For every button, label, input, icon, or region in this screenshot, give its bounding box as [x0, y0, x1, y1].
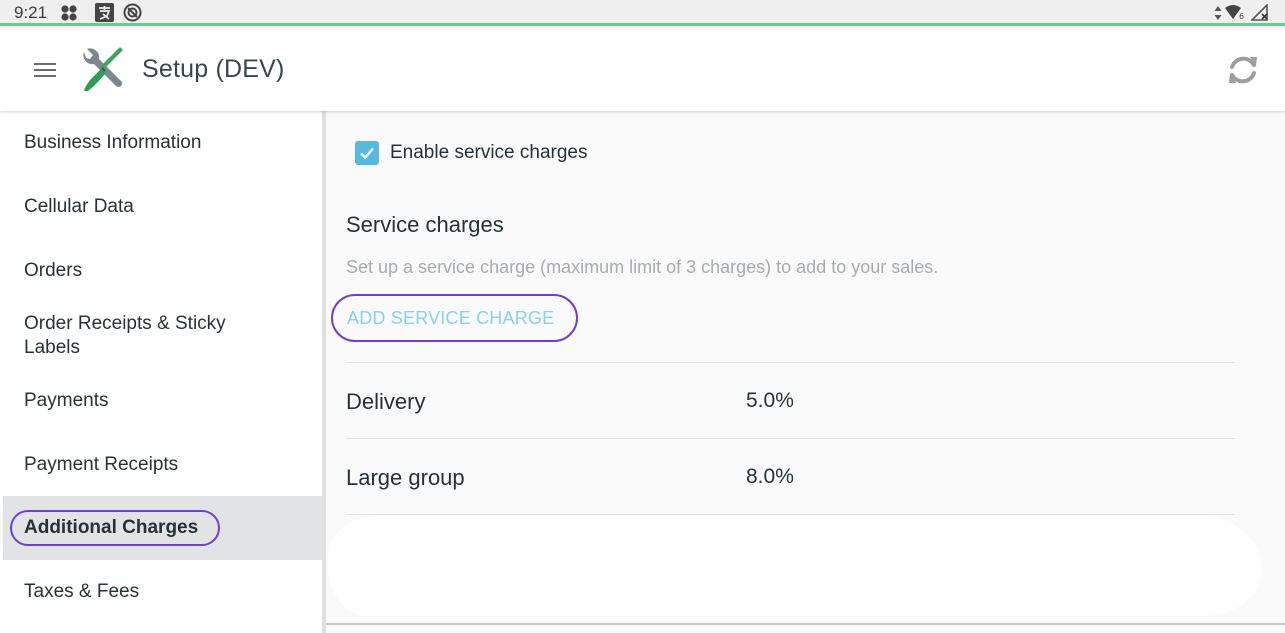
main-content: Enable service charges Service charges S…	[326, 111, 1285, 623]
sidebar-item-label: Business Information	[24, 132, 202, 153]
sidebar-item-order-receipts[interactable]: Order Receipts & Sticky Labels	[0, 303, 322, 369]
sidebar-item-label: Payments	[24, 390, 109, 411]
add-service-charge-label: ADD SERVICE CHARGE	[347, 307, 555, 328]
app-bar: Setup (DEV)	[0, 29, 1285, 111]
sidebar-item-label: Taxes & Fees	[24, 581, 140, 602]
charge-value: 5.0%	[746, 389, 794, 412]
sidebar-item-orders[interactable]: Orders	[0, 239, 322, 303]
blank-area	[328, 516, 1262, 616]
vpn-icon	[121, 3, 143, 22]
sidebar-item-label: Additional Charges	[9, 510, 221, 546]
sidebar-item-label: Cellular Data	[24, 196, 134, 217]
sidebar-item-business-information[interactable]: Business Information	[0, 111, 322, 175]
data-arrows-icon	[1213, 4, 1223, 21]
section-description: Set up a service charge (maximum limit o…	[346, 257, 939, 277]
no-signal-icon	[1250, 4, 1272, 21]
sidebar-item-payments[interactable]: Payments	[0, 369, 322, 433]
content-bottom-divider	[326, 623, 1285, 633]
checkbox-checked-icon[interactable]	[355, 141, 379, 165]
hamburger-menu-icon[interactable]	[30, 57, 60, 83]
input-method-icon	[93, 3, 115, 22]
sidebar-item-cellular-data[interactable]: Cellular Data	[0, 175, 322, 239]
svg-text:6: 6	[1239, 12, 1244, 21]
charge-name: Large group	[346, 465, 465, 490]
clover-icon	[58, 4, 80, 21]
sidebar-item-label: Order Receipts & Sticky Labels	[24, 313, 226, 358]
sidebar-item-label: Orders	[24, 260, 83, 281]
sidebar-item-taxes-fees[interactable]: Taxes & Fees	[0, 560, 322, 624]
charge-row[interactable]: Large group 8.0%	[346, 438, 1235, 515]
charge-value: 8.0%	[746, 465, 794, 488]
page-title: Setup (DEV)	[142, 55, 285, 83]
status-bar: 9:21 6	[0, 0, 1285, 26]
tools-icon	[76, 42, 128, 94]
section-title: Service charges	[346, 212, 504, 237]
sidebar-item-payment-receipts[interactable]: Payment Receipts	[0, 433, 322, 497]
refresh-icon[interactable]	[1224, 51, 1262, 89]
enable-service-charges-checkbox[interactable]: Enable service charges	[355, 141, 588, 165]
status-time: 9:21	[14, 3, 48, 22]
add-service-charge-button[interactable]: ADD SERVICE CHARGE	[331, 294, 578, 342]
checkbox-label: Enable service charges	[390, 142, 588, 163]
sidebar-item-additional-charges[interactable]: Additional Charges	[3, 496, 322, 560]
charge-row[interactable]: Delivery 5.0%	[346, 362, 1235, 439]
sidebar: Business Information Cellular Data Order…	[0, 111, 322, 633]
sidebar-item-label: Payment Receipts	[24, 454, 179, 475]
charge-name: Delivery	[346, 389, 426, 414]
wifi-icon: 6	[1225, 4, 1247, 21]
